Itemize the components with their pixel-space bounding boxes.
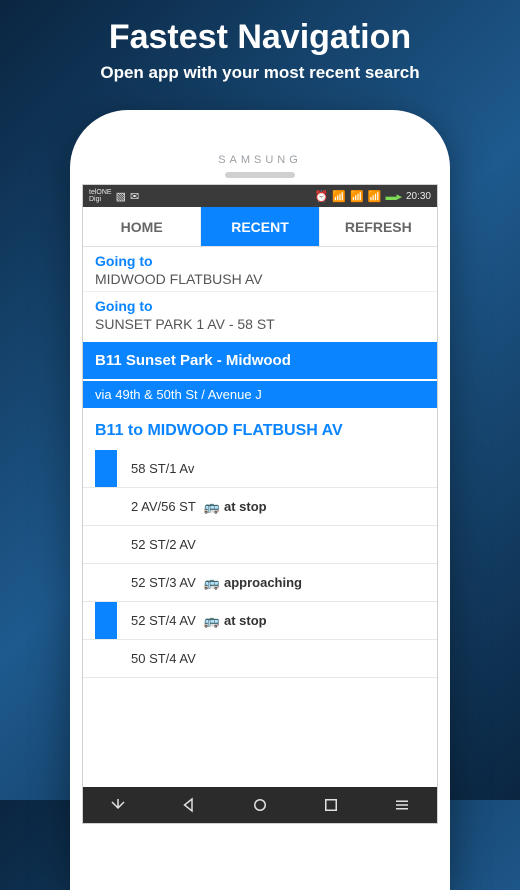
going-to-label: Going to	[95, 298, 425, 314]
route-bar-icon	[95, 488, 117, 525]
tab-bar: HOME RECENT REFRESH	[83, 207, 437, 247]
stop-row[interactable]: 52 ST/2 AV	[83, 526, 437, 564]
stop-name: 52 ST/4 AV	[131, 613, 196, 628]
route-bar-icon	[95, 564, 117, 601]
stop-row[interactable]: 50 ST/4 AV	[83, 640, 437, 678]
android-navbar	[83, 787, 437, 823]
bus-icon: 🚌	[204, 499, 220, 515]
route-bar-icon	[95, 526, 117, 563]
phone-speaker	[225, 172, 295, 178]
destination-name: SUNSET PARK 1 AV - 58 ST	[95, 314, 425, 332]
stop-status: at stop	[224, 613, 267, 628]
stop-row[interactable]: 58 ST/1 Av	[83, 450, 437, 488]
nav-recent-button[interactable]	[295, 796, 366, 814]
clock: 20:30	[406, 191, 431, 202]
stop-name: 52 ST/3 AV	[131, 575, 196, 590]
stop-row[interactable]: 2 AV/56 ST 🚌 at stop	[83, 488, 437, 526]
going-to-label: Going to	[95, 253, 425, 269]
tab-refresh[interactable]: REFRESH	[320, 207, 437, 246]
tab-recent[interactable]: RECENT	[201, 207, 319, 246]
nav-collapse-button[interactable]	[83, 796, 154, 814]
route-bar-icon	[95, 450, 117, 487]
destination-name: MIDWOOD FLATBUSH AV	[95, 269, 425, 287]
stop-name: 58 ST/1 Av	[131, 461, 194, 476]
stop-name: 2 AV/56 ST	[131, 499, 196, 514]
route-direction[interactable]: B11 to MIDWOOD FLATBUSH AV	[83, 408, 437, 450]
nav-home-button[interactable]	[225, 796, 296, 814]
signal2-icon: 📶	[368, 190, 382, 203]
status-bar: telONE Digi ▧ ✉ ⏰ 📶 📶 📶 ▬▸ 20:30	[83, 185, 437, 207]
alarm-icon: ⏰	[315, 190, 329, 203]
carrier-line2: Digi	[89, 196, 112, 203]
phone-frame: SAMSUNG telONE Digi ▧ ✉ ⏰ 📶 📶 📶 ▬▸ 20:30	[70, 110, 450, 890]
route-header[interactable]: B11 Sunset Park - Midwood	[83, 342, 437, 379]
wifi-icon: 📶	[332, 190, 346, 203]
stop-row[interactable]: 52 ST/3 AV 🚌 approaching	[83, 564, 437, 602]
phone-screen: telONE Digi ▧ ✉ ⏰ 📶 📶 📶 ▬▸ 20:30 HOME RE…	[82, 184, 438, 824]
destination-item[interactable]: Going to MIDWOOD FLATBUSH AV	[83, 247, 437, 291]
battery-icon: ▬▸	[385, 190, 402, 203]
stop-name: 50 ST/4 AV	[131, 651, 196, 666]
signal-icon: 📶	[350, 190, 364, 203]
tab-home[interactable]: HOME	[83, 207, 201, 246]
recent-content: Going to MIDWOOD FLATBUSH AV Going to SU…	[83, 247, 437, 787]
route-bar-icon	[95, 640, 117, 677]
destination-item[interactable]: Going to SUNSET PARK 1 AV - 58 ST	[83, 291, 437, 336]
stop-name: 52 ST/2 AV	[131, 537, 196, 552]
promo-title: Fastest Navigation	[0, 0, 520, 57]
mail-icon: ✉	[130, 190, 139, 203]
nav-menu-button[interactable]	[366, 796, 437, 814]
stop-status: at stop	[224, 499, 267, 514]
notif-icon: ▧	[116, 190, 126, 203]
carrier-line1: telONE	[89, 189, 112, 196]
route-bar-icon	[95, 602, 117, 639]
stop-status: approaching	[224, 575, 302, 590]
phone-brand: SAMSUNG	[82, 122, 438, 170]
nav-back-button[interactable]	[154, 796, 225, 814]
route-via: via 49th & 50th St / Avenue J	[83, 379, 437, 408]
stop-row[interactable]: 52 ST/4 AV 🚌 at stop	[83, 602, 437, 640]
promo-subtitle: Open app with your most recent search	[0, 57, 520, 83]
bus-icon: 🚌	[204, 575, 220, 591]
bus-icon: 🚌	[204, 613, 220, 629]
